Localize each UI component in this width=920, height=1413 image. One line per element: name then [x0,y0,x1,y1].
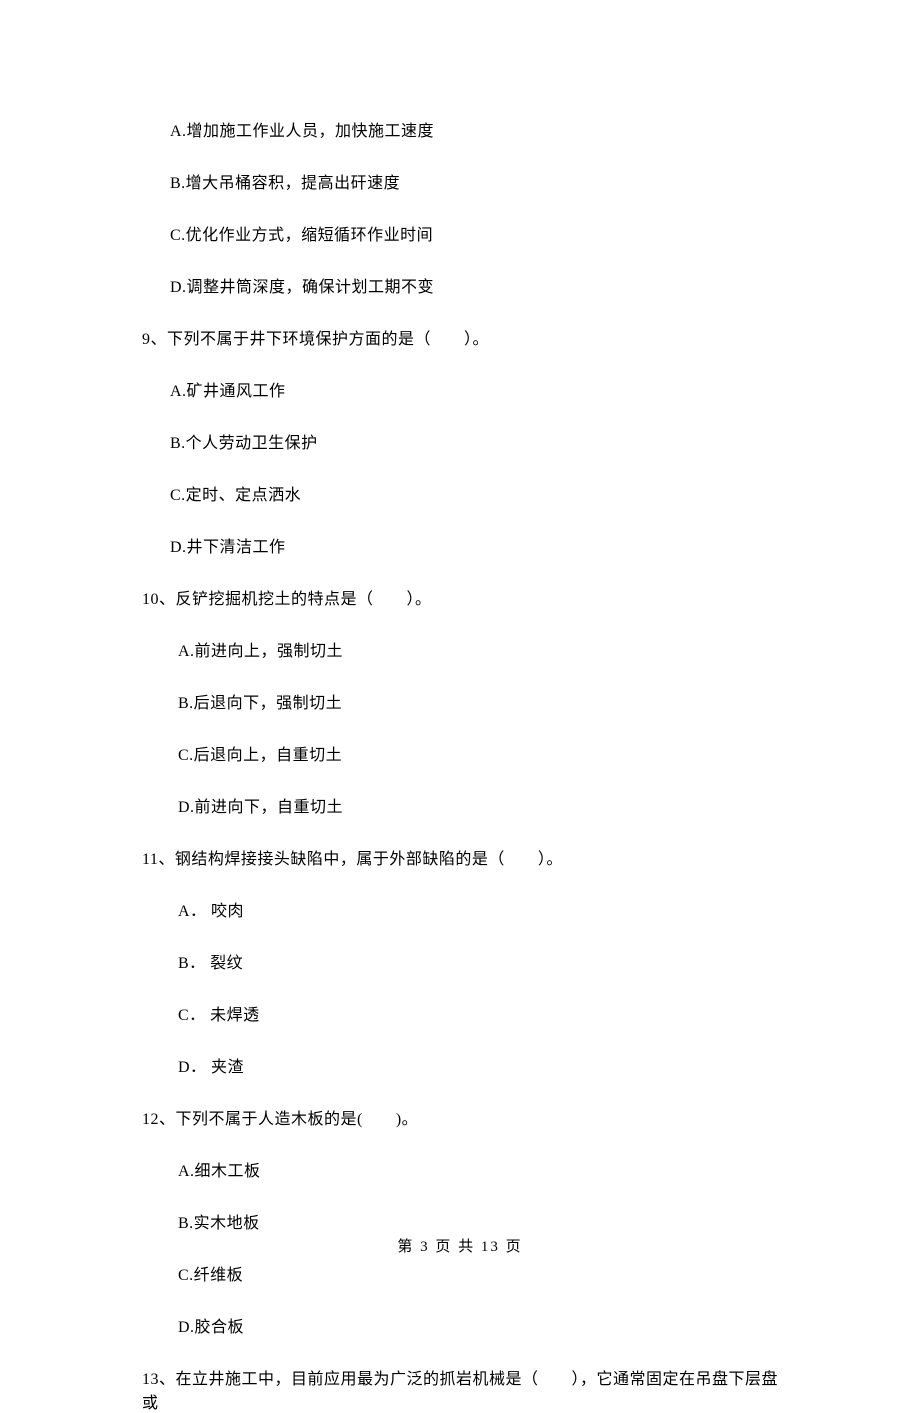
q12-option-d: D.胶合板 [178,1313,790,1337]
q10-option-c: C.后退向上，自重切土 [178,741,790,765]
q9-option-a: A.矿井通风工作 [170,377,790,401]
q10-option-d: D.前进向下，自重切土 [178,793,790,817]
q10-option-b: B.后退向下，强制切土 [178,689,790,713]
q12-option-a: A.细木工板 [178,1157,790,1181]
q11-option-d: D． 夹渣 [178,1053,790,1077]
q8-option-b: B.增大吊桶容积，提高出矸速度 [170,169,790,193]
question-12: 12、下列不属于人造木板的是( )。 [142,1105,790,1129]
q9-option-b: B.个人劳动卫生保护 [170,429,790,453]
question-11: 11、钢结构焊接接头缺陷中，属于外部缺陷的是（ ）。 [142,845,790,869]
q11-option-c: C． 未焊透 [178,1001,790,1025]
q8-option-d: D.调整井筒深度，确保计划工期不变 [170,273,790,297]
q9-option-d: D.井下清洁工作 [170,533,790,557]
q8-option-c: C.优化作业方式，缩短循环作业时间 [170,221,790,245]
q10-option-a: A.前进向上，强制切土 [178,637,790,661]
page-content: A.增加施工作业人员，加快施工速度 B.增大吊桶容积，提高出矸速度 C.优化作业… [0,0,920,1413]
question-10: 10、反铲挖掘机挖土的特点是（ ）。 [142,585,790,609]
question-9: 9、下列不属于井下环境保护方面的是（ ）。 [142,325,790,349]
page-footer: 第 3 页 共 13 页 [0,1235,920,1256]
q8-option-a: A.增加施工作业人员，加快施工速度 [170,117,790,141]
q11-option-a: A． 咬肉 [178,897,790,921]
q11-option-b: B． 裂纹 [178,949,790,973]
q12-option-c: C.纤维板 [178,1261,790,1285]
question-13: 13、在立井施工中，目前应用最为广泛的抓岩机械是（ ），它通常固定在吊盘下层盘或 [142,1365,790,1413]
q12-option-b: B.实木地板 [178,1209,790,1233]
q9-option-c: C.定时、定点洒水 [170,481,790,505]
